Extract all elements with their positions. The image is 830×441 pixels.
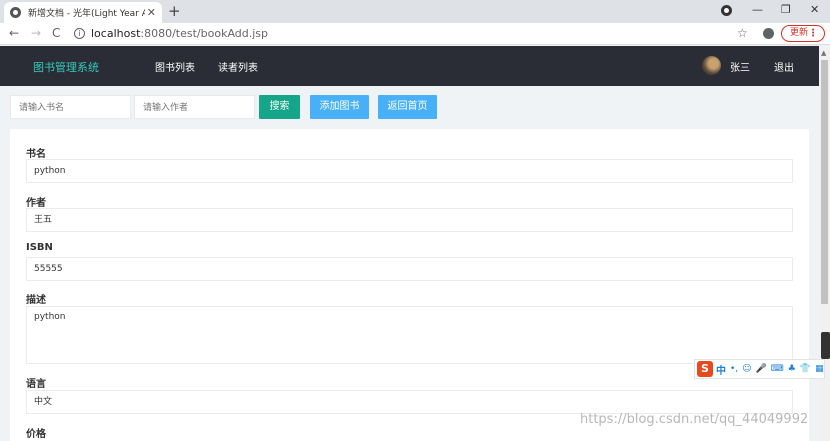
emoji-icon[interactable]: ☺	[742, 364, 751, 374]
nav-link-readers[interactable]: 读者列表	[218, 59, 258, 74]
search-button[interactable]: 搜索	[259, 95, 300, 119]
grid-menu-icon[interactable]: ▦	[815, 364, 824, 374]
ime-mode-toggle[interactable]: 中	[716, 362, 726, 377]
language-field[interactable]: 中文	[26, 390, 793, 414]
new-tab-icon[interactable]: +	[168, 2, 181, 20]
url-field[interactable]: localhost:8080/test/bookAdd.jsp	[91, 27, 268, 40]
microphone-icon[interactable]: 🎤	[756, 364, 767, 374]
browser-tab-strip: 新增文档 - 光年(Light Year Admin ✕ + — ❐ ✕	[0, 0, 830, 23]
menu-dots-icon: ⋮	[808, 28, 818, 39]
field-label-isbn: ISBN	[26, 242, 53, 253]
tab-close-icon[interactable]: ✕	[147, 6, 156, 19]
ime-toolbar: S 中 •, ☺ 🎤 ⌨ ♣ 👕 ▦	[694, 359, 825, 379]
minimize-icon[interactable]: —	[752, 3, 763, 16]
address-bar: ← → C i localhost:8080/test/bookAdd.jsp …	[0, 23, 830, 45]
book-form-card: 书名 python 作者 王五 ISBN 55555 描述 python 语言 …	[10, 129, 809, 441]
field-label-language: 语言	[26, 379, 46, 390]
scroll-thumb[interactable]	[821, 60, 828, 304]
back-icon[interactable]: ←	[9, 26, 19, 40]
profile-icon[interactable]	[763, 28, 774, 39]
url-path: :8080/test/bookAdd.jsp	[140, 27, 269, 40]
field-label-description: 描述	[26, 295, 46, 306]
back-home-button[interactable]: 返回首页	[378, 95, 437, 119]
logout-link[interactable]: 退出	[774, 59, 794, 74]
keyboard-icon[interactable]: ⌨	[771, 364, 784, 374]
update-button[interactable]: 更新 ⋮	[781, 25, 825, 42]
bookmark-star-icon[interactable]: ☆	[737, 26, 748, 40]
sogou-logo-icon[interactable]: S	[697, 361, 713, 377]
skin-icon[interactable]: 👕	[800, 364, 811, 374]
tab-title: 新增文档 - 光年(Light Year Admin	[28, 9, 145, 19]
scroll-up-icon[interactable]: ▲	[821, 49, 826, 57]
update-label: 更新	[790, 28, 809, 38]
reload-icon[interactable]: C	[52, 26, 60, 40]
media-control-icon[interactable]	[721, 5, 732, 16]
page-scrollbar[interactable]: ▲	[819, 46, 830, 441]
page-content: 图书管理系统 图书列表 读者列表 张三 退出 搜索 添加图书 返回首页 书名 p…	[0, 46, 819, 441]
field-label-author: 作者	[26, 198, 46, 209]
add-book-button[interactable]: 添加图书	[310, 95, 369, 119]
nav-link-books[interactable]: 图书列表	[155, 59, 195, 74]
tools-icon[interactable]: ♣	[788, 364, 796, 374]
field-label-price: 价格	[26, 429, 46, 440]
top-navbar: 图书管理系统 图书列表 读者列表 张三 退出	[0, 46, 819, 86]
field-label-title: 书名	[26, 149, 46, 160]
restore-icon[interactable]: ❐	[781, 3, 791, 16]
side-panel-tab[interactable]	[821, 332, 830, 359]
forward-icon[interactable]: →	[31, 26, 41, 40]
site-info-icon[interactable]: i	[74, 28, 85, 39]
book-name-search-input[interactable]	[10, 95, 131, 119]
author-search-input[interactable]	[134, 95, 255, 119]
avatar[interactable]	[702, 56, 721, 75]
window-close-icon[interactable]: ✕	[810, 3, 819, 16]
title-field[interactable]: python	[26, 159, 793, 183]
browser-tab[interactable]: 新增文档 - 光年(Light Year Admin ✕	[4, 2, 162, 23]
author-field[interactable]: 王五	[26, 208, 793, 232]
brand-title[interactable]: 图书管理系统	[33, 59, 99, 75]
globe-icon	[10, 7, 21, 18]
isbn-field[interactable]: 55555	[26, 257, 793, 281]
watermark: https://blog.csdn.net/qq_44049992	[580, 412, 809, 427]
punctuation-icon[interactable]: •,	[730, 364, 738, 374]
description-textarea[interactable]: python	[26, 306, 793, 364]
user-name[interactable]: 张三	[730, 59, 750, 74]
url-host: localhost	[91, 27, 141, 40]
